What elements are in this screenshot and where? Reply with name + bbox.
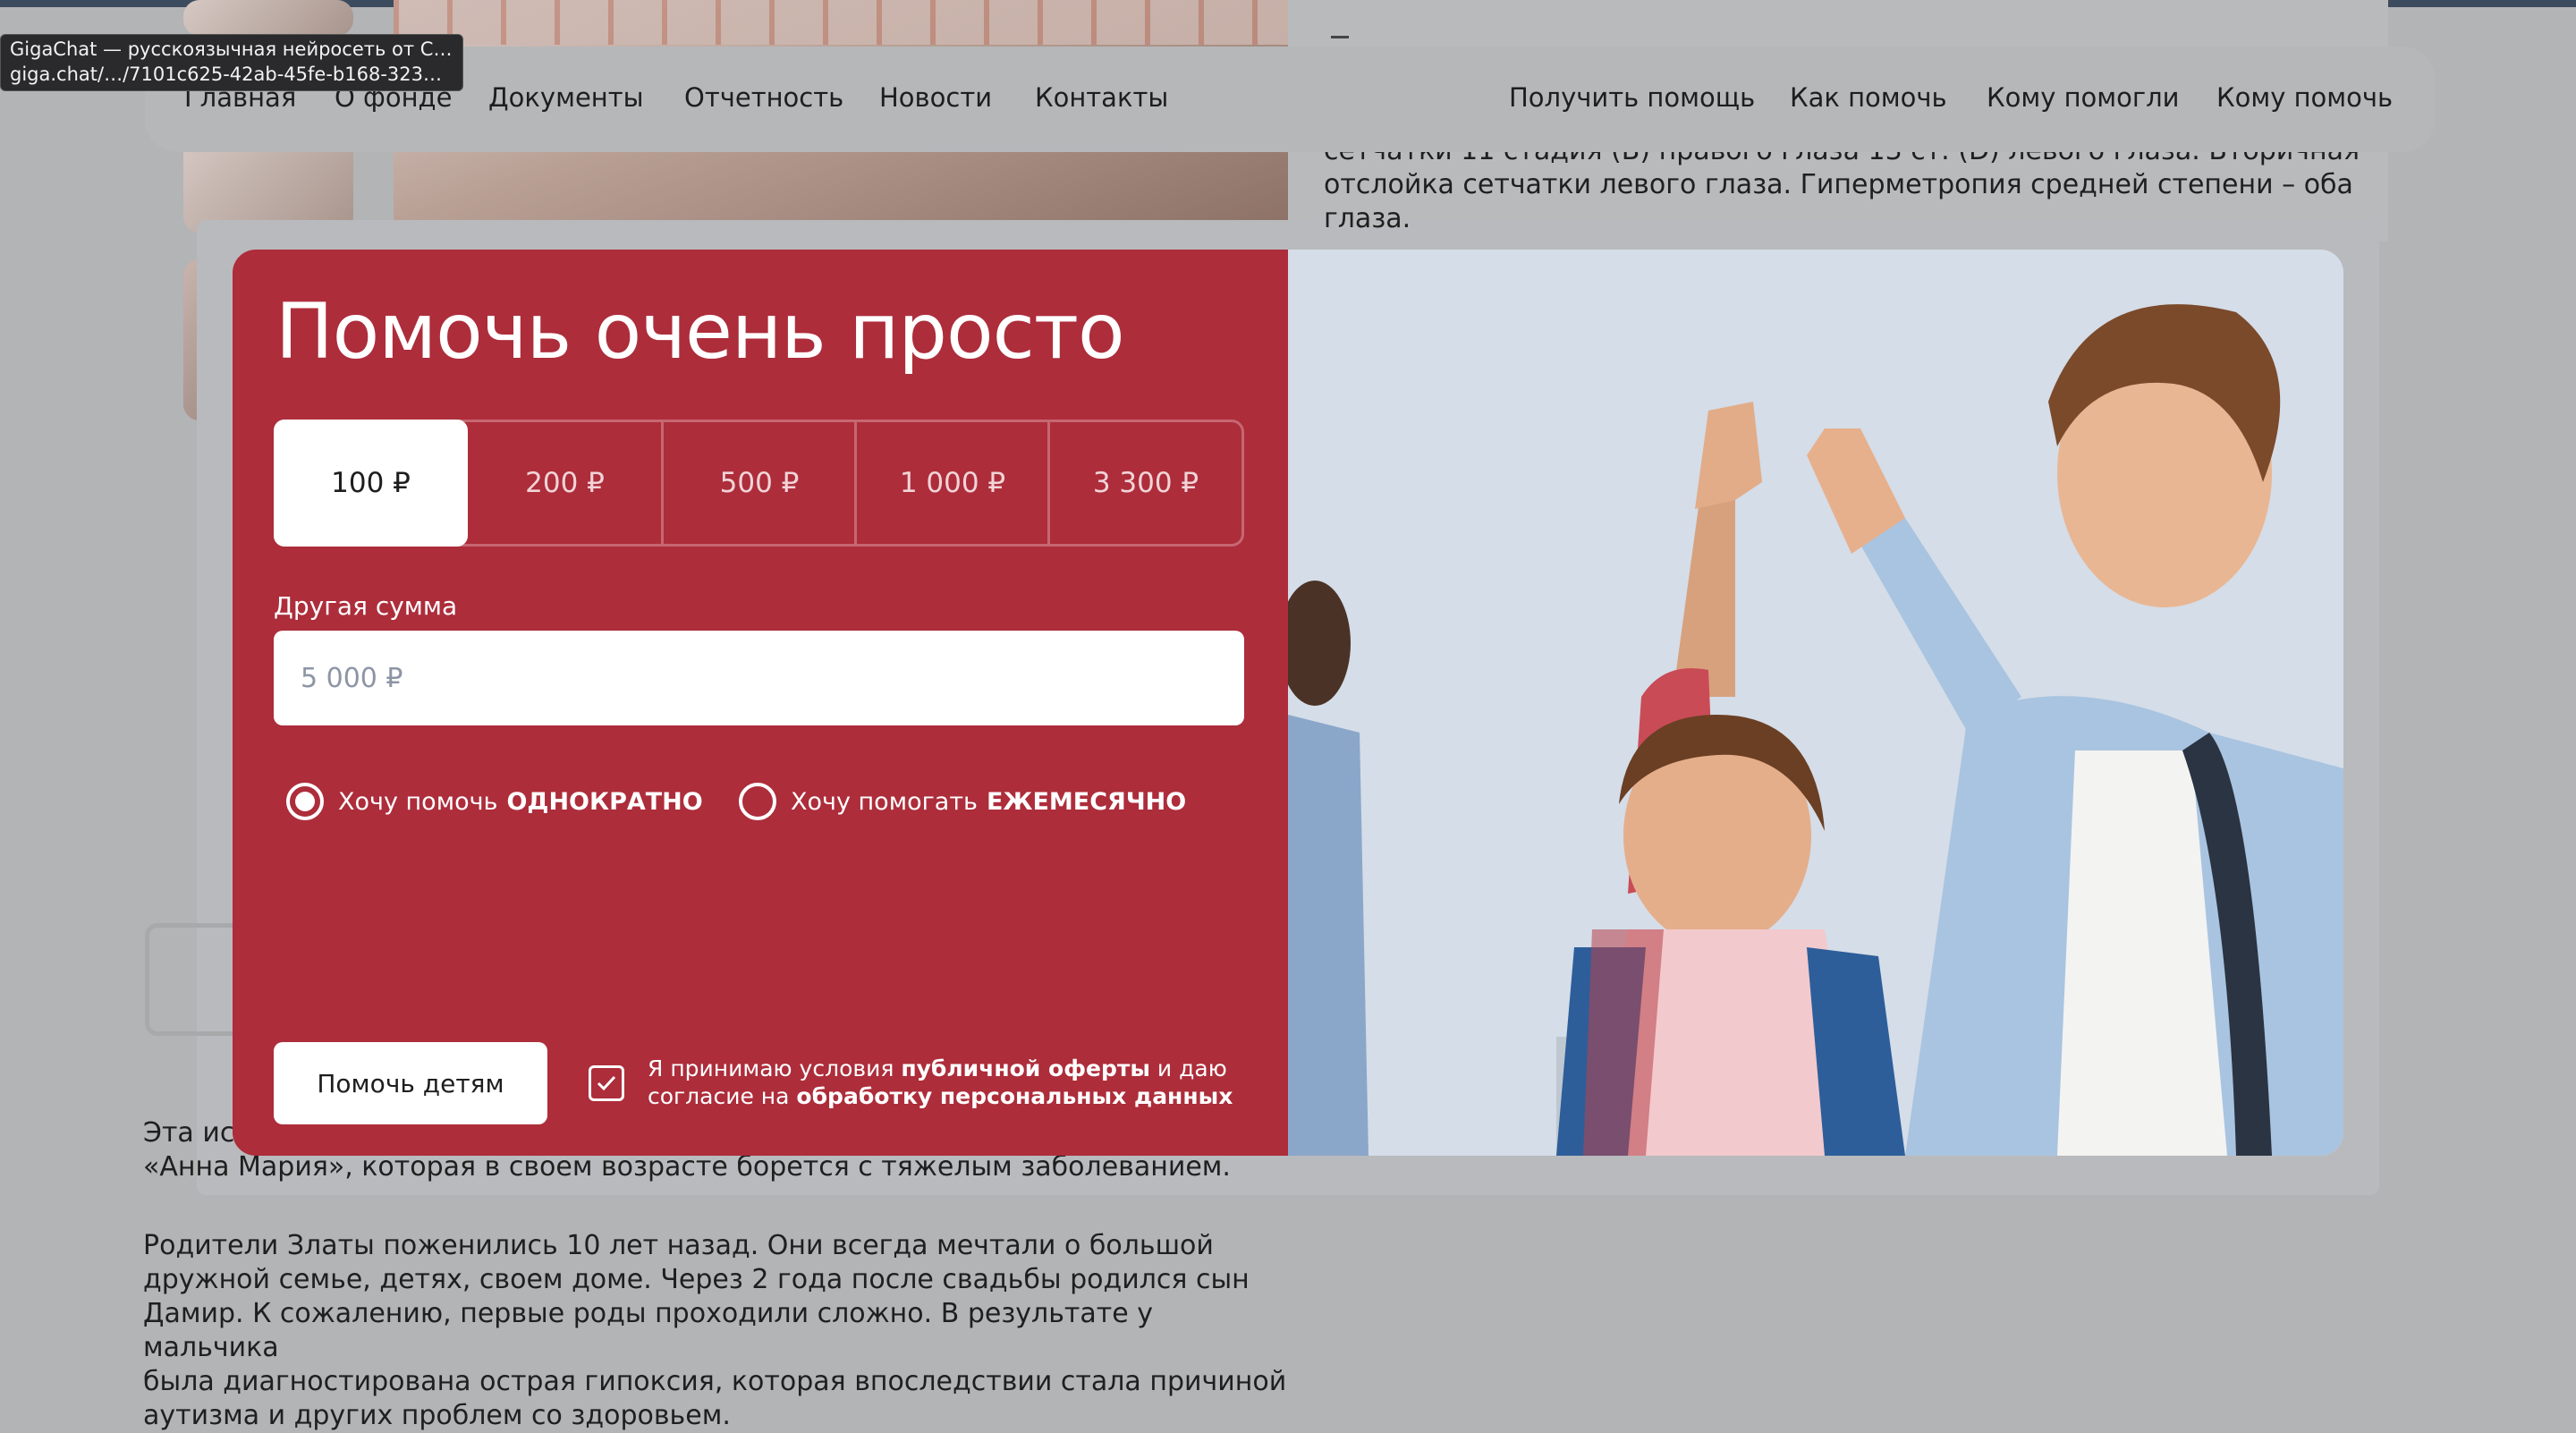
kids-illustration bbox=[1288, 250, 2343, 1156]
nav-get-help[interactable]: Получить помощь bbox=[1509, 82, 1755, 113]
modal-title: Помочь очень просто bbox=[275, 287, 1125, 377]
kids-high-five-photo bbox=[1288, 250, 2343, 1156]
radio-once[interactable]: Хочу помочь ОДНОКРАТНО bbox=[286, 783, 703, 820]
text-line: Родители Златы поженились 10 лет назад. … bbox=[143, 1230, 1214, 1261]
radio-monthly-strong: ЕЖЕМЕСЯЧНО bbox=[986, 787, 1187, 816]
other-amount-input[interactable] bbox=[274, 631, 1244, 725]
amount-option-200[interactable]: 200 ₽ bbox=[468, 420, 662, 547]
amount-option-1000[interactable]: 1 000 ₽ bbox=[854, 420, 1048, 547]
donation-modal: Помочь очень просто 100 ₽ 200 ₽ 500 ₽ 1 … bbox=[233, 250, 2343, 1156]
link-tooltip: GigaChat — русскоязычная нейросеть от Сб… bbox=[0, 34, 463, 91]
text-line: дружной семье, детях, своем доме. Через … bbox=[143, 1264, 1250, 1295]
nav-how-to-help[interactable]: Как помочь bbox=[1790, 82, 1947, 113]
text-line: глаза. bbox=[1324, 203, 1411, 234]
amount-option-3300[interactable]: 3 300 ₽ bbox=[1047, 420, 1241, 547]
radio-once-strong: ОДНОКРАТНО bbox=[506, 787, 703, 816]
tooltip-title: GigaChat — русскоязычная нейросеть от Сб… bbox=[10, 38, 453, 60]
help-children-button[interactable]: Помочь детям bbox=[274, 1042, 547, 1124]
amount-option-100[interactable]: 100 ₽ bbox=[274, 420, 468, 547]
other-amount-label: Другая сумма bbox=[274, 591, 458, 621]
story-paragraph: Родители Златы поженились 10 лет назад. … bbox=[143, 1229, 1297, 1433]
amount-selector: 100 ₽ 200 ₽ 500 ₽ 1 000 ₽ 3 300 ₽ bbox=[274, 420, 1244, 547]
consent-checkbox[interactable] bbox=[589, 1065, 624, 1101]
nav-who-helped[interactable]: Кому помогли bbox=[1987, 82, 2180, 113]
check-icon bbox=[597, 1075, 616, 1091]
text-line: Дамир. К сожалению, первые роды проходил… bbox=[143, 1298, 1153, 1363]
nav-news[interactable]: Новости bbox=[879, 82, 992, 113]
radio-once-prefix: Хочу помочь bbox=[338, 787, 498, 816]
consent-row: Я принимаю условия публичной оферты и да… bbox=[589, 1055, 1250, 1110]
amount-option-500[interactable]: 500 ₽ bbox=[661, 420, 855, 547]
personal-data-link[interactable]: обработку персональных данных bbox=[796, 1083, 1233, 1109]
text-line: отслойка сетчатки левого глаза. Гипермет… bbox=[1324, 169, 2353, 200]
nav-contacts[interactable]: Контакты bbox=[1035, 82, 1168, 113]
consent-text-1: Я принимаю условия bbox=[648, 1056, 894, 1081]
text-line: аутизма и других проблем со здоровьем. bbox=[143, 1400, 731, 1431]
gallery-thumb[interactable] bbox=[183, 0, 353, 36]
dash bbox=[1331, 36, 1349, 38]
donation-form-panel: Помочь очень просто 100 ₽ 200 ₽ 500 ₽ 1 … bbox=[233, 250, 1288, 1156]
text-line: была диагностирована острая гипоксия, ко… bbox=[143, 1366, 1287, 1397]
radio-monthly-prefix: Хочу помогать bbox=[791, 787, 978, 816]
nav-who-to-help[interactable]: Кому помочь bbox=[2216, 82, 2393, 113]
nav-documents[interactable]: Документы bbox=[488, 82, 644, 113]
radio-once-control[interactable] bbox=[286, 783, 324, 820]
tooltip-url: giga.chat/…/7101c625-42ab-45fe-b168-3239… bbox=[10, 64, 453, 85]
public-offer-link[interactable]: публичной оферты bbox=[901, 1056, 1150, 1081]
radio-monthly[interactable]: Хочу помогать ЕЖЕМЕСЯЧНО bbox=[739, 783, 1186, 820]
radio-monthly-control[interactable] bbox=[739, 783, 776, 820]
nav-reports[interactable]: Отчетность bbox=[684, 82, 843, 113]
consent-text: Я принимаю условия публичной оферты и да… bbox=[648, 1055, 1250, 1110]
